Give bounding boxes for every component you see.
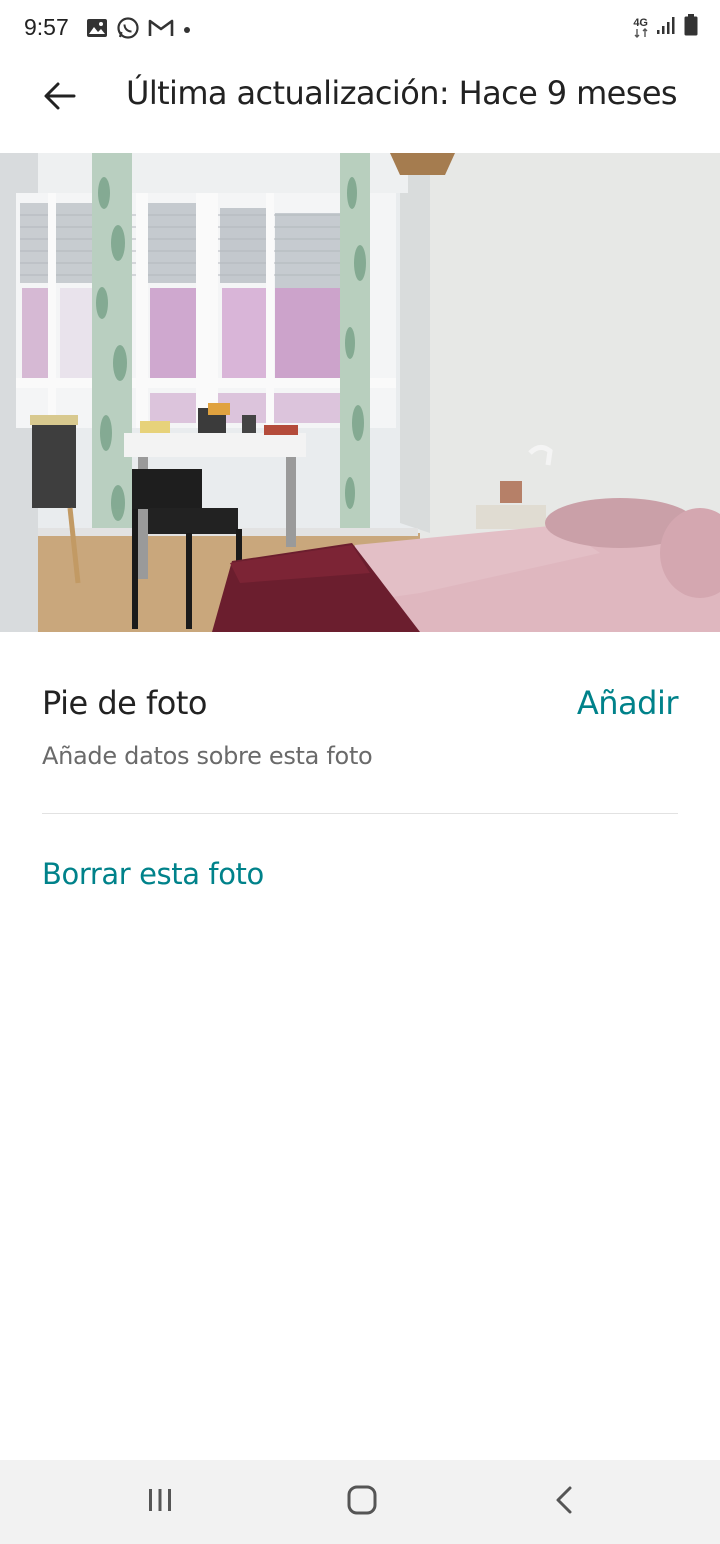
system-nav-bar	[0, 1460, 720, 1544]
notification-icons	[86, 16, 192, 45]
status-bar: 9:57 4G	[0, 0, 720, 56]
battery-icon	[684, 14, 698, 41]
back-button[interactable]	[36, 74, 84, 122]
back-icon	[552, 1485, 576, 1520]
caption-label: Pie de foto	[42, 684, 207, 722]
delete-photo-link[interactable]: Borrar esta foto	[42, 857, 264, 891]
recent-apps-icon	[145, 1487, 175, 1518]
add-caption-button[interactable]: Añadir	[577, 684, 679, 722]
system-icons: 4G	[633, 14, 698, 41]
network-4g-icon: 4G	[633, 17, 648, 38]
caption-row: Pie de foto Añadir	[42, 684, 679, 730]
home-icon	[346, 1484, 378, 1521]
whatsapp-icon	[116, 16, 140, 45]
recent-apps-button[interactable]	[136, 1480, 184, 1524]
gmail-icon	[148, 18, 174, 43]
arrow-left-icon	[43, 81, 77, 116]
nav-back-button[interactable]	[540, 1480, 588, 1524]
image-icon	[86, 18, 108, 43]
home-button[interactable]	[338, 1480, 386, 1524]
app-bar: Última actualización: Hace 9 meses	[0, 56, 720, 152]
caption-helper-text: Añade datos sobre esta foto	[42, 742, 373, 770]
divider	[42, 813, 678, 814]
status-time: 9:57	[24, 14, 69, 40]
page-title: Última actualización: Hace 9 meses	[126, 74, 678, 112]
signal-icon	[656, 15, 676, 40]
room-photo[interactable]	[0, 153, 720, 632]
dot-icon	[182, 22, 192, 40]
